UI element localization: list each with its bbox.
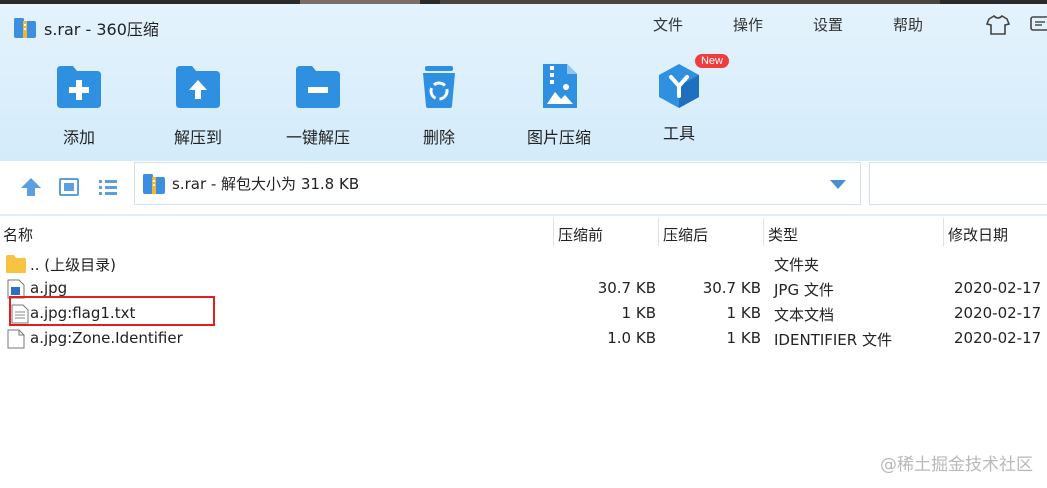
- toolbar-one-click-extract-button[interactable]: 一键解压: [263, 62, 373, 148]
- list-view-icon[interactable]: [97, 176, 119, 198]
- folder-icon: [6, 255, 26, 273]
- header: s.rar - 360压缩 文件 操作 设置 帮助 添加 解压到 一键解压 删除…: [0, 4, 1047, 205]
- skin-shirt-icon[interactable]: [986, 14, 1010, 36]
- menu-settings[interactable]: 设置: [813, 14, 843, 35]
- toolbar-image-compress-button[interactable]: 图片压缩: [504, 62, 614, 148]
- tools-icon-wrap: New: [655, 54, 729, 110]
- file-packed: 1 KB: [621, 304, 656, 322]
- file-type: JPG 文件: [774, 281, 834, 299]
- toolbar-extract-to-label: 解压到: [173, 128, 222, 147]
- toolbar-tools-label: 工具: [662, 124, 695, 143]
- file-packed: 1.0 KB: [607, 329, 656, 347]
- search-input[interactable]: [869, 162, 1047, 205]
- blank-file-icon: [7, 329, 25, 349]
- recycle-bin-icon: [423, 66, 455, 108]
- column-separator[interactable]: [763, 218, 764, 246]
- tools-icon: [659, 64, 699, 108]
- file-unpacked: 1 KB: [726, 329, 761, 347]
- menu-help[interactable]: 帮助: [893, 14, 923, 35]
- new-badge: New: [694, 54, 729, 68]
- file-name: .. (上级目录): [30, 256, 117, 274]
- column-header-modified[interactable]: 修改日期: [948, 224, 1008, 245]
- address-text: s.rar - 解包大小为 31.8 KB: [172, 175, 360, 193]
- toolbar-delete-label: 删除: [422, 128, 455, 147]
- table-row[interactable]: .. (上级目录) 文件夹: [0, 252, 1047, 277]
- extract-to-icon: [176, 66, 220, 108]
- watermark: @稀土掘金技术社区: [880, 455, 1033, 475]
- highlight-box: [9, 296, 215, 326]
- column-header-packed[interactable]: 压缩前: [558, 224, 603, 245]
- table-row[interactable]: a.jpg:Zone.Identifier 1.0 KB 1 KB IDENTI…: [0, 327, 1047, 352]
- column-separator[interactable]: [553, 218, 554, 246]
- menu-file[interactable]: 文件: [653, 14, 683, 35]
- divider: [0, 214, 1047, 216]
- toolbar-one-click-extract-label: 一键解压: [285, 128, 350, 147]
- toolbar-image-compress-label: 图片压缩: [526, 128, 591, 147]
- chevron-down-icon[interactable]: [830, 180, 846, 189]
- file-name: a.jpg:Zone.Identifier: [30, 329, 183, 347]
- column-separator[interactable]: [658, 218, 659, 246]
- file-modified: 2020-02-17: [954, 304, 1042, 322]
- toolbar-tools-button[interactable]: New 工具: [624, 54, 734, 144]
- column-header-type[interactable]: 类型: [768, 224, 798, 245]
- file-unpacked: 1 KB: [726, 304, 761, 322]
- image-compress-icon: [543, 64, 577, 108]
- thumbnail-view-icon[interactable]: [58, 176, 80, 198]
- archive-icon: [143, 173, 165, 194]
- toolbar-extract-to-button[interactable]: 解压到: [143, 62, 253, 148]
- column-header-unpacked[interactable]: 压缩后: [663, 224, 708, 245]
- toolbar-add-button[interactable]: 添加: [24, 62, 134, 148]
- archive-icon: [14, 18, 36, 38]
- one-click-extract-icon: [296, 66, 340, 108]
- file-type: 文件夹: [774, 256, 820, 274]
- window-title: s.rar - 360压缩: [44, 20, 159, 39]
- file-type: 文本文档: [774, 306, 835, 324]
- up-arrow-icon[interactable]: [20, 176, 42, 198]
- file-unpacked: 30.7 KB: [702, 279, 761, 297]
- file-name: a.jpg: [30, 279, 68, 297]
- app-title: s.rar - 360压缩: [14, 16, 159, 40]
- address-bar[interactable]: s.rar - 解包大小为 31.8 KB: [134, 162, 861, 205]
- column-header-name[interactable]: 名称: [3, 224, 33, 245]
- file-type: IDENTIFIER 文件: [774, 331, 892, 349]
- file-packed: 30.7 KB: [597, 279, 656, 297]
- column-separator[interactable]: [943, 218, 944, 246]
- menu-operation[interactable]: 操作: [733, 14, 763, 35]
- toolbar-delete-button[interactable]: 删除: [384, 62, 494, 148]
- file-modified: 2020-02-17: [954, 279, 1042, 297]
- file-modified: 2020-02-17: [954, 329, 1042, 347]
- toolbar-add-label: 添加: [62, 128, 95, 147]
- add-folder-icon: [57, 66, 101, 108]
- feedback-icon[interactable]: [1030, 14, 1047, 36]
